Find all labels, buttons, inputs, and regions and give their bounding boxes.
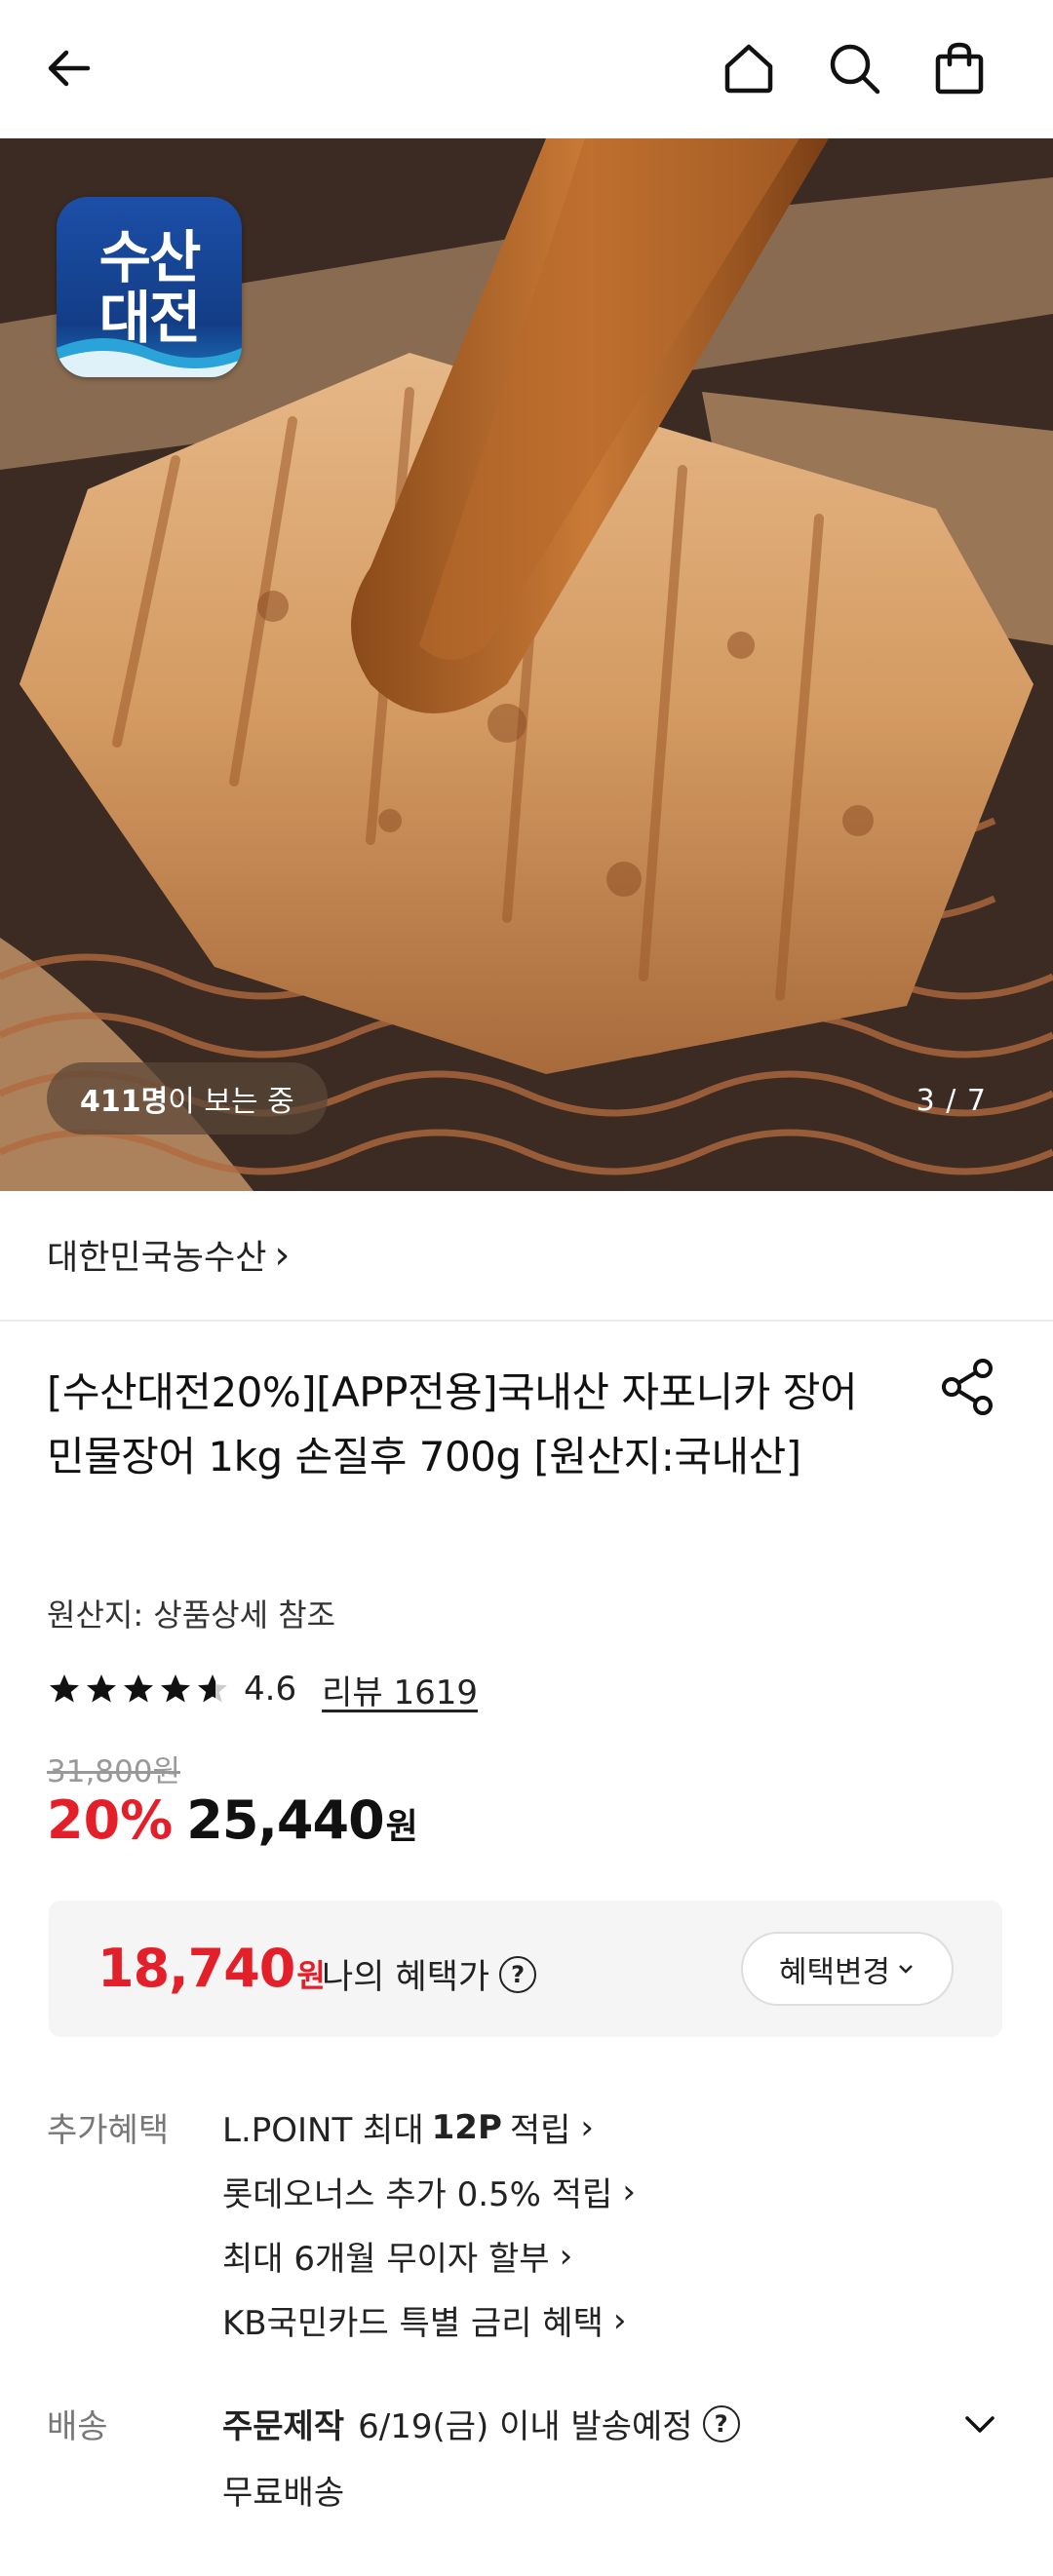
benefit-item-suffix: 적립 bbox=[509, 2111, 571, 2150]
live-viewers-badge: 411명 이 보는 중 bbox=[47, 1062, 328, 1134]
benefit-item-bold: 12P bbox=[431, 2107, 502, 2147]
benefit-price: 18,740 원 bbox=[98, 1938, 326, 1999]
cart-button[interactable] bbox=[924, 33, 994, 103]
arrow-left-icon bbox=[48, 50, 91, 87]
shipping-type: 주문제작 bbox=[222, 2407, 345, 2446]
search-button[interactable] bbox=[819, 33, 889, 103]
benefit-item-text: L.POINT 최대 bbox=[222, 2111, 424, 2150]
benefit-item-text: KB국민카드 특별 금리 혜택 bbox=[222, 2304, 604, 2343]
back-button[interactable] bbox=[35, 33, 105, 103]
chevron-right-icon: › bbox=[612, 2300, 627, 2340]
benefit-item-lotte-owners[interactable]: 롯데오너스 추가 0.5% 적립 › bbox=[222, 2168, 636, 2215]
my-benefit-price-box: 18,740 원 나의 혜택가 ? 혜택변경 bbox=[49, 1901, 1002, 2037]
shipping-date: 6/19(금) 이내 발송예정 bbox=[358, 2407, 693, 2446]
shipping-expand-button[interactable] bbox=[956, 2400, 1004, 2448]
rating-score: 4.6 bbox=[244, 1670, 297, 1709]
divider bbox=[0, 1320, 1053, 1322]
star-icon bbox=[87, 1674, 116, 1703]
viewers-label: 이 보는 중 bbox=[168, 1085, 294, 1119]
help-icon[interactable]: ? bbox=[499, 1955, 537, 1993]
star-rating bbox=[47, 1672, 230, 1707]
seafood-festival-badge: 수산 대전 bbox=[57, 197, 242, 377]
search-icon bbox=[830, 44, 880, 95]
benefit-item-text: 최대 6개월 무이자 할부 bbox=[222, 2240, 550, 2279]
image-counter: 3 / 7 bbox=[916, 1084, 987, 1118]
shipping-fee: 무료배송 bbox=[222, 2474, 345, 2513]
chevron-right-icon: › bbox=[622, 2172, 636, 2211]
star-icon bbox=[161, 1674, 190, 1703]
price-unit: 원 bbox=[385, 1807, 418, 1847]
help-icon[interactable]: ? bbox=[702, 2404, 740, 2442]
shipping-info: 주문제작 6/19(금) 이내 발송예정 ? bbox=[222, 2400, 740, 2447]
review-link[interactable]: 리뷰 1619 bbox=[322, 1666, 478, 1713]
discount-rate: 20% bbox=[47, 1789, 174, 1851]
badge-line-1: 수산 bbox=[98, 223, 202, 290]
chevron-down-icon bbox=[965, 2416, 994, 2433]
home-button[interactable] bbox=[714, 33, 784, 103]
viewers-count: 411명 bbox=[80, 1085, 169, 1119]
rating-row: 4.6 리뷰 1619 bbox=[47, 1665, 478, 1713]
badge-line-2: 대전 bbox=[98, 284, 202, 351]
share-icon bbox=[942, 1359, 993, 1415]
store-link[interactable]: 대한민국농수산 › bbox=[47, 1230, 290, 1280]
chevron-right-icon: › bbox=[559, 2236, 573, 2276]
star-icon bbox=[124, 1674, 153, 1703]
product-title: [수산대전20%][APP전용]국내산 자포니카 장어 민물장어 1kg 손질후… bbox=[47, 1368, 858, 1480]
benefit-label: 나의 혜택가 ? bbox=[322, 1949, 537, 1999]
product-image-carousel[interactable]: 수산 대전 411명 이 보는 중 3 / 7 bbox=[0, 138, 1053, 1191]
shipping-label: 배송 bbox=[47, 2407, 108, 2446]
home-icon bbox=[724, 44, 773, 94]
benefit-item-lpoint[interactable]: L.POINT 최대 12P 적립 › bbox=[222, 2103, 594, 2151]
benefit-item-text: 롯데오너스 추가 0.5% 적립 bbox=[222, 2175, 613, 2214]
share-button[interactable] bbox=[938, 1357, 998, 1417]
origin-info: 원산지: 상품상세 참조 bbox=[47, 1596, 336, 1634]
change-benefit-label: 혜택변경 bbox=[778, 1954, 891, 1990]
change-benefit-button[interactable]: 혜택변경 bbox=[741, 1932, 954, 2006]
benefit-label-text: 나의 혜택가 bbox=[322, 1958, 490, 1997]
benefit-price-value: 18,740 bbox=[98, 1938, 295, 1999]
sale-price: 25,440 bbox=[186, 1789, 384, 1851]
half-star-icon bbox=[198, 1674, 227, 1703]
chevron-down-icon bbox=[899, 1965, 913, 1974]
price-row: 20% 25,440 원 bbox=[47, 1789, 418, 1851]
benefit-item-kb-card[interactable]: KB국민카드 특별 금리 혜택 › bbox=[222, 2296, 626, 2344]
benefit-item-installment[interactable]: 최대 6개월 무이자 할부 › bbox=[222, 2232, 572, 2280]
shopping-bag-icon bbox=[935, 42, 984, 95]
chevron-right-icon: › bbox=[580, 2107, 595, 2147]
chevron-right-icon: › bbox=[274, 1232, 291, 1278]
extra-benefits-label: 추가혜택 bbox=[47, 2111, 170, 2150]
original-price: 31,800원 bbox=[47, 1754, 180, 1789]
star-icon bbox=[50, 1674, 79, 1703]
top-bar bbox=[0, 0, 1053, 138]
store-name: 대한민국농수산 bbox=[47, 1239, 267, 1278]
